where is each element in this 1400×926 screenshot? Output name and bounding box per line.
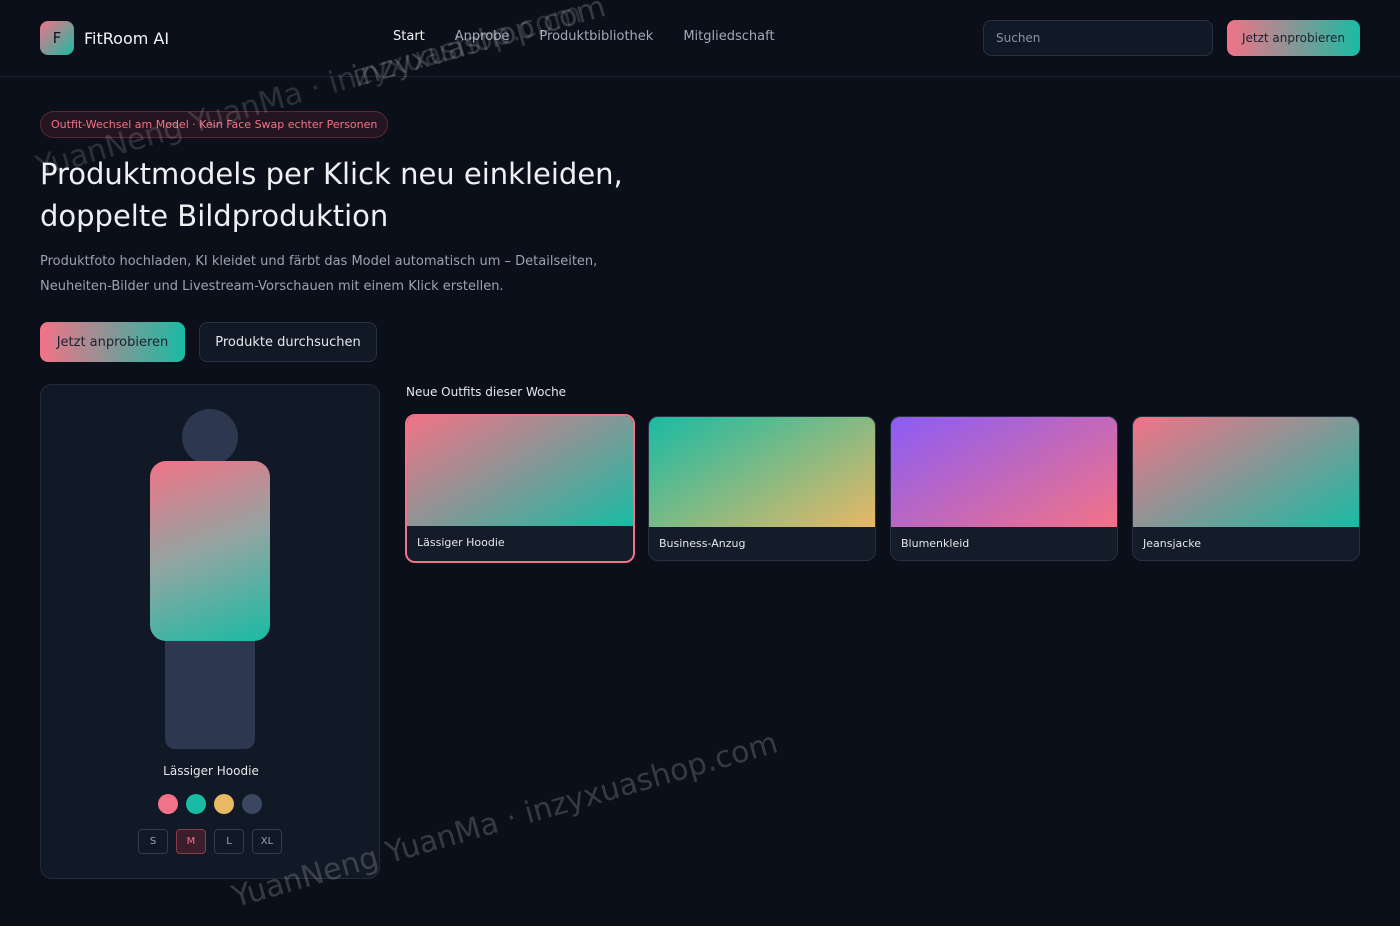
outfit-card-denim-jacket[interactable]: Jeansjacke [1132, 416, 1360, 561]
outfit-name: Lässiger Hoodie [417, 536, 505, 549]
color-swatches [158, 794, 270, 814]
hero-subtitle-line-2: Neuheiten-Bilder und Livestream-Vorschau… [40, 279, 504, 294]
outfit-thumbnail [1133, 417, 1359, 527]
feature-badge: Outfit-Wechsel am Model · Kein Face Swap… [40, 111, 389, 138]
outfit-thumbnail [649, 417, 875, 527]
outfit-card-business-suit[interactable]: Business-Anzug [648, 416, 876, 561]
model-preview-card: Lässiger Hoodie S M L XL [40, 384, 380, 879]
nav-item-start[interactable]: Start [393, 29, 425, 44]
browse-products-button[interactable]: Produkte durchsuchen [199, 322, 377, 362]
nav-item-anprobe[interactable]: Anprobe [455, 29, 510, 44]
outfit-card-hoodie[interactable]: Lässiger Hoodie [405, 414, 635, 563]
preview-outfit-name: Lässiger Hoodie [163, 764, 259, 778]
header-try-on-button[interactable]: Jetzt anprobieren [1227, 20, 1360, 56]
size-option-s[interactable]: S [138, 829, 168, 854]
color-swatch-pink[interactable] [158, 794, 178, 814]
size-option-xl[interactable]: XL [252, 829, 282, 854]
search-input[interactable] [983, 20, 1213, 56]
model-head [182, 409, 238, 465]
outfit-name: Jeansjacke [1143, 537, 1202, 550]
outfit-name: Business-Anzug [659, 537, 746, 550]
color-swatch-teal[interactable] [186, 794, 206, 814]
top-header: F FitRoom AI Start Anprobe Produktbiblio… [0, 0, 1400, 77]
app-root: F FitRoom AI Start Anprobe Produktbiblio… [0, 0, 1400, 926]
nav-item-produktbibliothek[interactable]: Produktbibliothek [539, 29, 653, 44]
outfit-card-floral-dress[interactable]: Blumenkleid [890, 416, 1118, 561]
outfit-thumbnail [407, 416, 633, 526]
model-legs [165, 641, 255, 749]
outfit-name: Blumenkleid [901, 537, 970, 550]
model-outfit [150, 461, 270, 641]
hero-subtitle: Produktfoto hochladen, KI kleidet und fä… [40, 249, 620, 299]
size-option-m[interactable]: M [176, 829, 206, 854]
hero-title-line-1: Produktmodels per Klick neu einkleiden, [40, 157, 623, 191]
hero-title: Produktmodels per Klick neu einkleiden, … [40, 153, 680, 237]
color-swatch-yellow[interactable] [214, 794, 234, 814]
main-nav: Start Anprobe Produktbibliothek Mitglied… [393, 29, 805, 44]
hero-actions: Jetzt anprobieren Produkte durchsuchen [40, 322, 377, 362]
size-option-l[interactable]: L [214, 829, 244, 854]
size-selector: S M L XL [138, 829, 290, 854]
hero-subtitle-line-1: Produktfoto hochladen, KI kleidet und fä… [40, 254, 598, 269]
brand-logo[interactable]: F FitRoom AI [40, 21, 169, 55]
color-swatch-slate[interactable] [242, 794, 262, 814]
outfit-thumbnail [891, 417, 1117, 527]
brand-name: FitRoom AI [84, 28, 170, 48]
try-on-button[interactable]: Jetzt anprobieren [40, 322, 185, 362]
nav-item-mitgliedschaft[interactable]: Mitgliedschaft [683, 29, 774, 44]
logo-mark: F [40, 21, 74, 55]
hero-title-line-2: doppelte Bildproduktion [40, 199, 389, 233]
outfits-heading: Neue Outfits dieser Woche [406, 385, 567, 399]
